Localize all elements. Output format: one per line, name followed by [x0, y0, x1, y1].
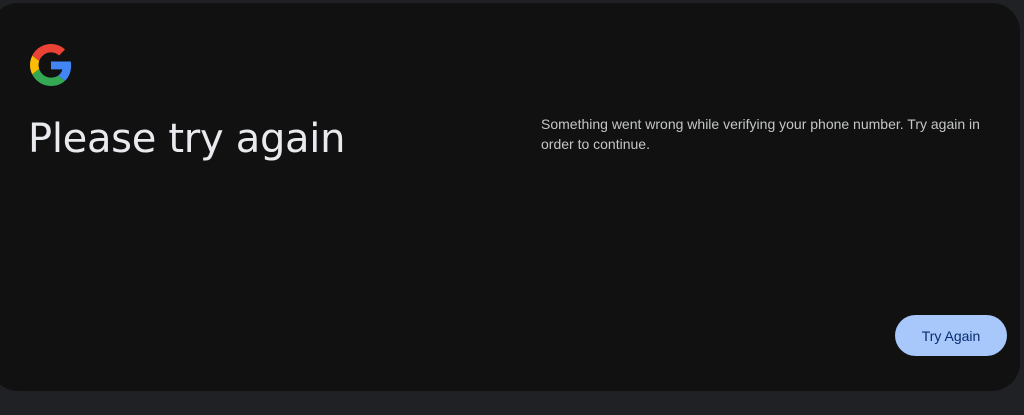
error-message: Something went wrong while verifying you…	[541, 116, 980, 152]
google-g-icon	[30, 44, 72, 86]
verification-error-card	[0, 3, 1020, 391]
page-title: Please try again	[28, 116, 346, 162]
try-again-button[interactable]: Try Again	[895, 315, 1007, 356]
